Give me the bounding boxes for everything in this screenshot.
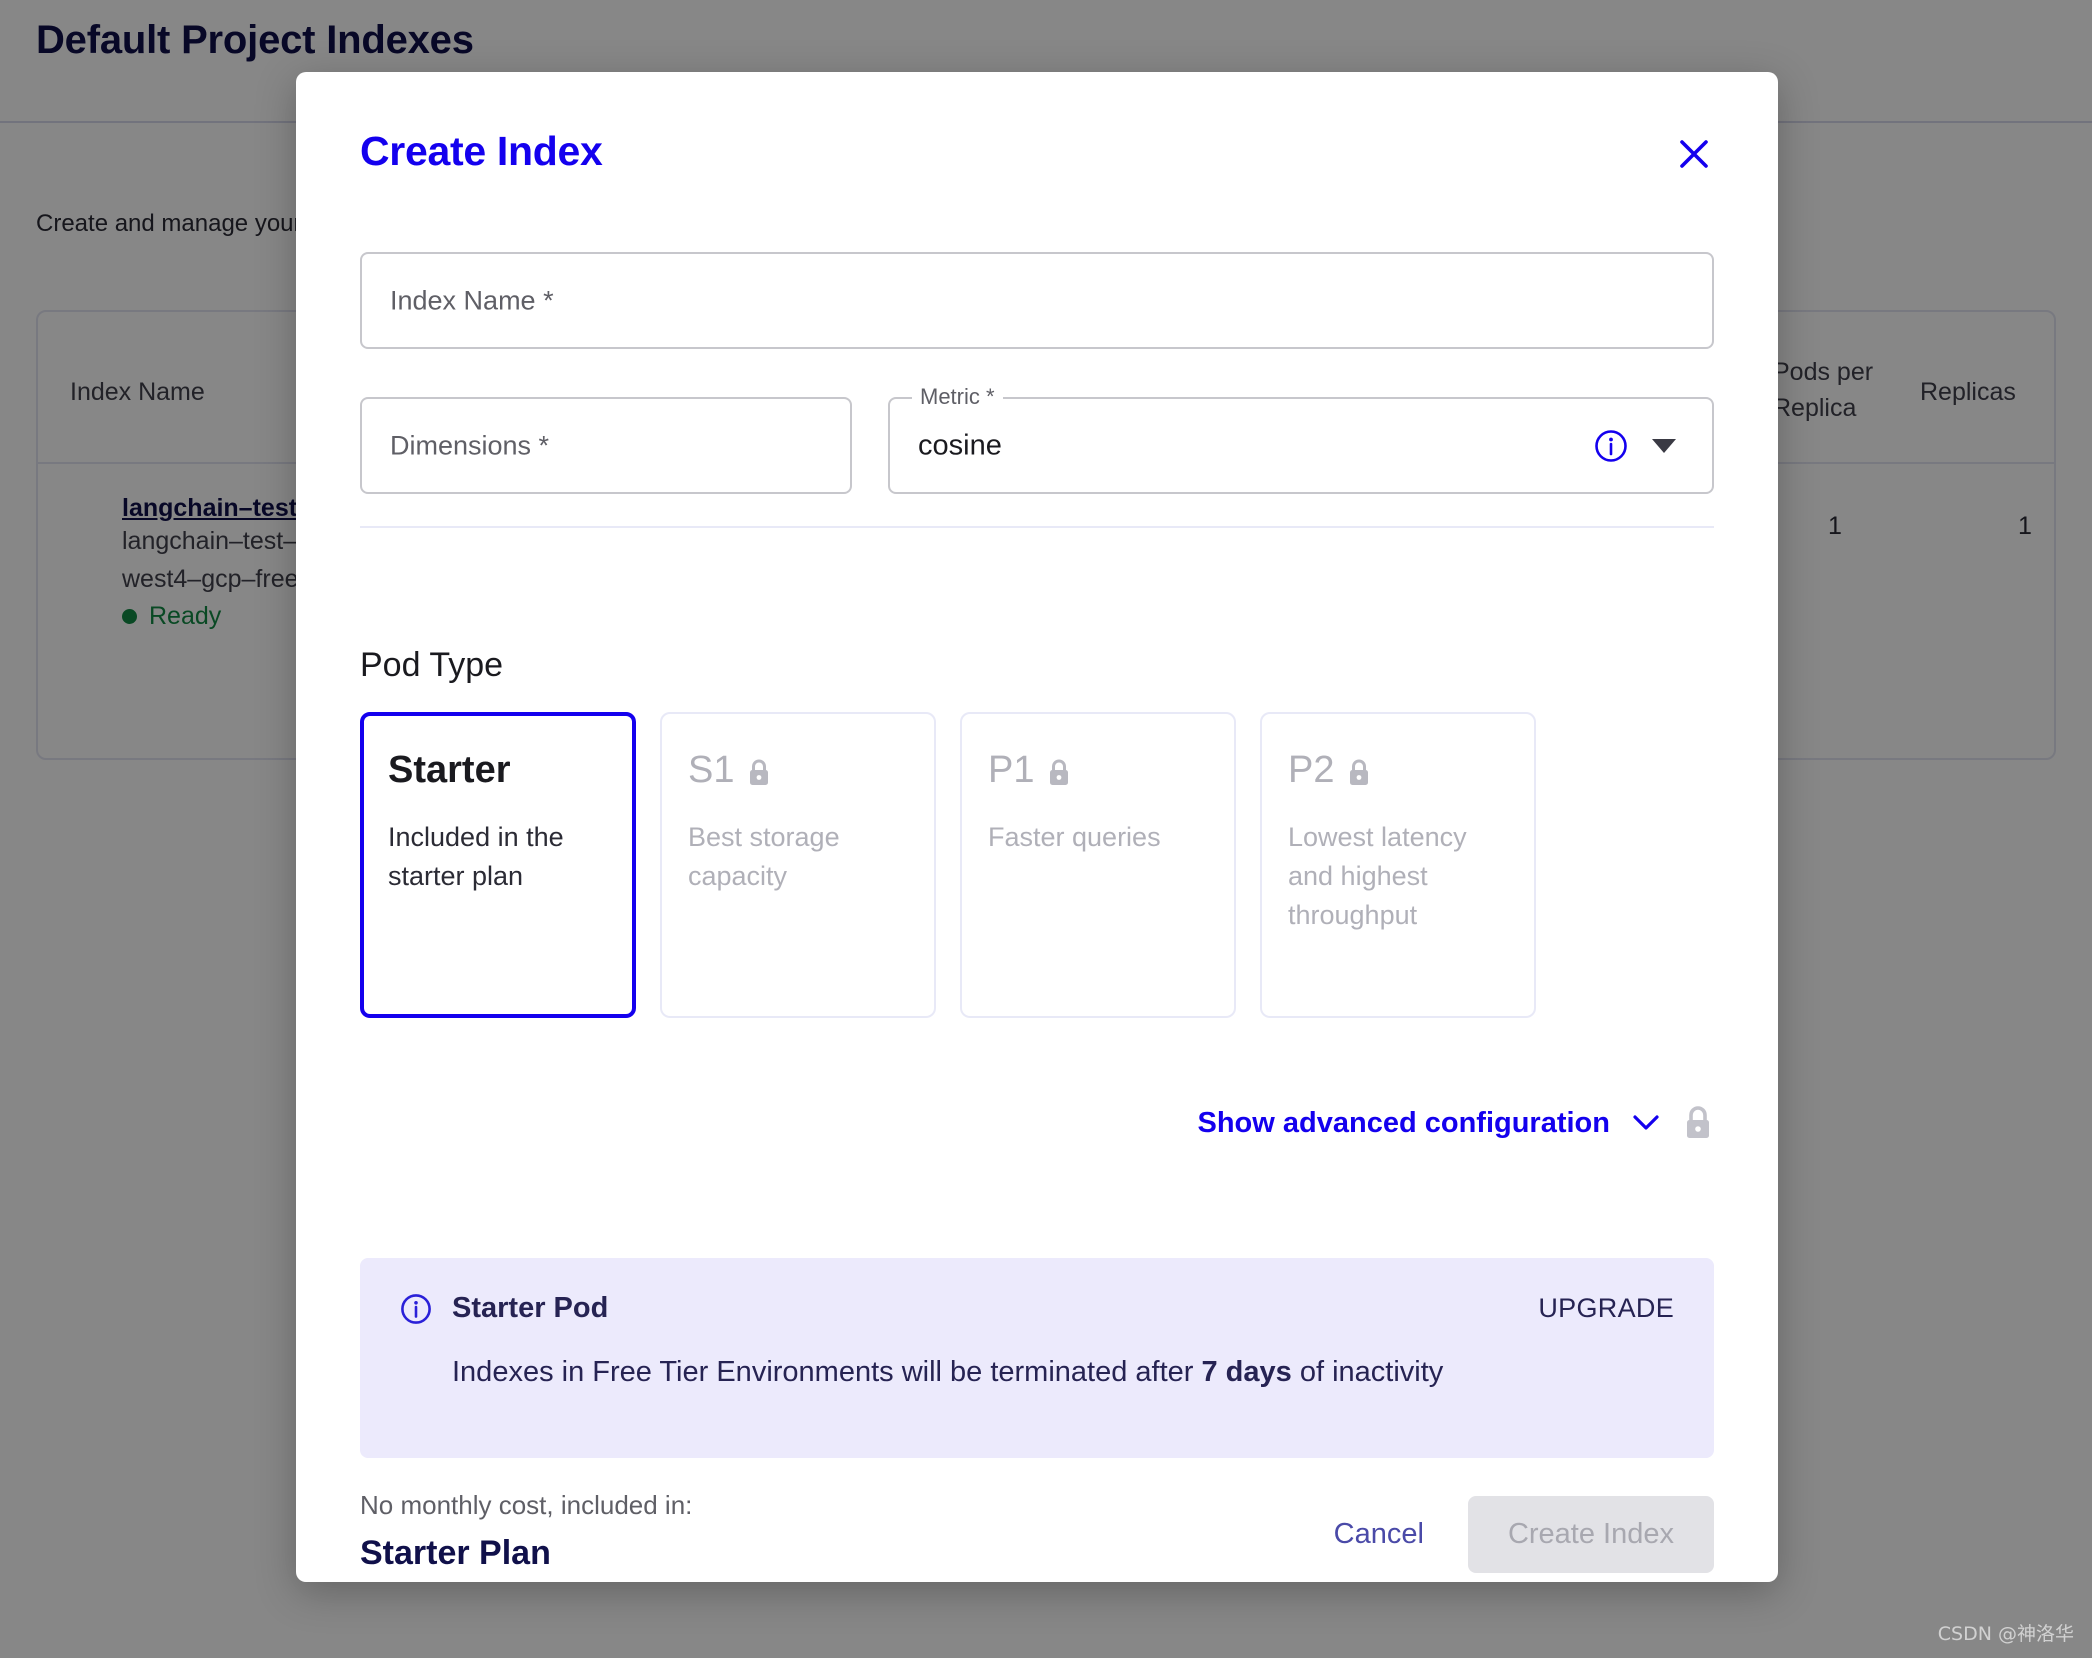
lock-icon — [1682, 1104, 1714, 1142]
pod-card-name: S1 — [688, 749, 735, 791]
pod-type-selector: Starter Included in the starter plan S1 … — [360, 712, 1714, 1018]
cost-label: No monthly cost, included in: — [360, 1490, 693, 1520]
pod-type-heading: Pod Type — [360, 646, 504, 684]
dimensions-placeholder: Dimensions * — [390, 430, 550, 460]
banner-body-after: of inactivity — [1291, 1356, 1444, 1388]
plan-name: Starter Plan — [360, 1534, 551, 1572]
lock-icon — [1346, 756, 1372, 786]
pod-card-starter[interactable]: Starter Included in the starter plan — [360, 712, 636, 1018]
chevron-down-icon[interactable] — [1652, 438, 1676, 453]
close-icon[interactable] — [1670, 130, 1718, 178]
advanced-configuration-row: Show advanced configuration — [1198, 1104, 1715, 1142]
dimensions-input[interactable]: Dimensions * — [360, 397, 852, 494]
pod-card-description: Faster queries — [988, 821, 1161, 852]
lock-icon — [746, 756, 772, 786]
banner-header: Starter Pod UPGRADE — [400, 1292, 1674, 1325]
metric-select[interactable]: Metric * cosine — [888, 386, 1714, 494]
lock-icon — [1046, 756, 1072, 786]
cancel-button[interactable]: Cancel — [1316, 1502, 1442, 1567]
banner-body-before: Indexes in Free Tier Environments will b… — [452, 1356, 1202, 1388]
index-name-input[interactable]: Index Name * — [360, 252, 1714, 349]
chevron-down-icon[interactable] — [1632, 1114, 1660, 1132]
pod-card-title: Starter — [388, 749, 608, 792]
info-circle-icon — [400, 1293, 432, 1325]
pod-card-name: P2 — [1288, 749, 1335, 791]
show-advanced-configuration-link[interactable]: Show advanced configuration — [1198, 1107, 1611, 1140]
pod-card-p2[interactable]: P2 Lowest latency and highest throughput — [1260, 712, 1536, 1018]
footer-actions: Cancel Create Index — [1316, 1496, 1714, 1573]
banner-body: Indexes in Free Tier Environments will b… — [452, 1351, 1512, 1393]
metric-selected-value: cosine — [918, 429, 1002, 461]
pod-card-description: Included in the starter plan — [388, 821, 564, 891]
pod-card-description: Best storage capacity — [688, 821, 840, 891]
section-divider — [360, 526, 1714, 528]
pod-card-title: S1 — [688, 749, 908, 792]
dialog-header: Create Index — [360, 128, 1714, 198]
banner-body-bold: 7 days — [1201, 1356, 1292, 1388]
pod-card-name: Starter — [388, 749, 511, 791]
index-name-placeholder: Index Name * — [390, 285, 554, 315]
info-circle-icon[interactable] — [1594, 429, 1628, 463]
create-index-button[interactable]: Create Index — [1467, 1496, 1714, 1573]
metric-label: Metric * — [912, 386, 1003, 408]
dialog-footer: No monthly cost, included in: Starter Pl… — [360, 1490, 1714, 1600]
pod-card-p1[interactable]: P1 Faster queries — [960, 712, 1236, 1018]
pod-card-title: P1 — [988, 749, 1208, 792]
pod-card-title: P2 — [1288, 749, 1508, 792]
create-index-dialog: Create Index Index Name * Dimensions * M… — [296, 72, 1778, 1582]
watermark: CSDN @神洛华 — [1937, 1623, 2074, 1645]
upgrade-button[interactable]: UPGRADE — [1538, 1293, 1674, 1324]
pod-card-s1[interactable]: S1 Best storage capacity — [660, 712, 936, 1018]
form-row-dimensions-metric: Dimensions * Metric * cosine — [360, 386, 1714, 494]
pod-card-name: P1 — [988, 749, 1035, 791]
dialog-title: Create Index — [360, 128, 603, 174]
index-form: Index Name * Dimensions * Metric * cosin… — [360, 252, 1714, 494]
starter-pod-banner: Starter Pod UPGRADE Indexes in Free Tier… — [360, 1258, 1714, 1458]
banner-title: Starter Pod — [452, 1292, 609, 1324]
pod-card-description: Lowest latency and highest throughput — [1288, 821, 1467, 931]
